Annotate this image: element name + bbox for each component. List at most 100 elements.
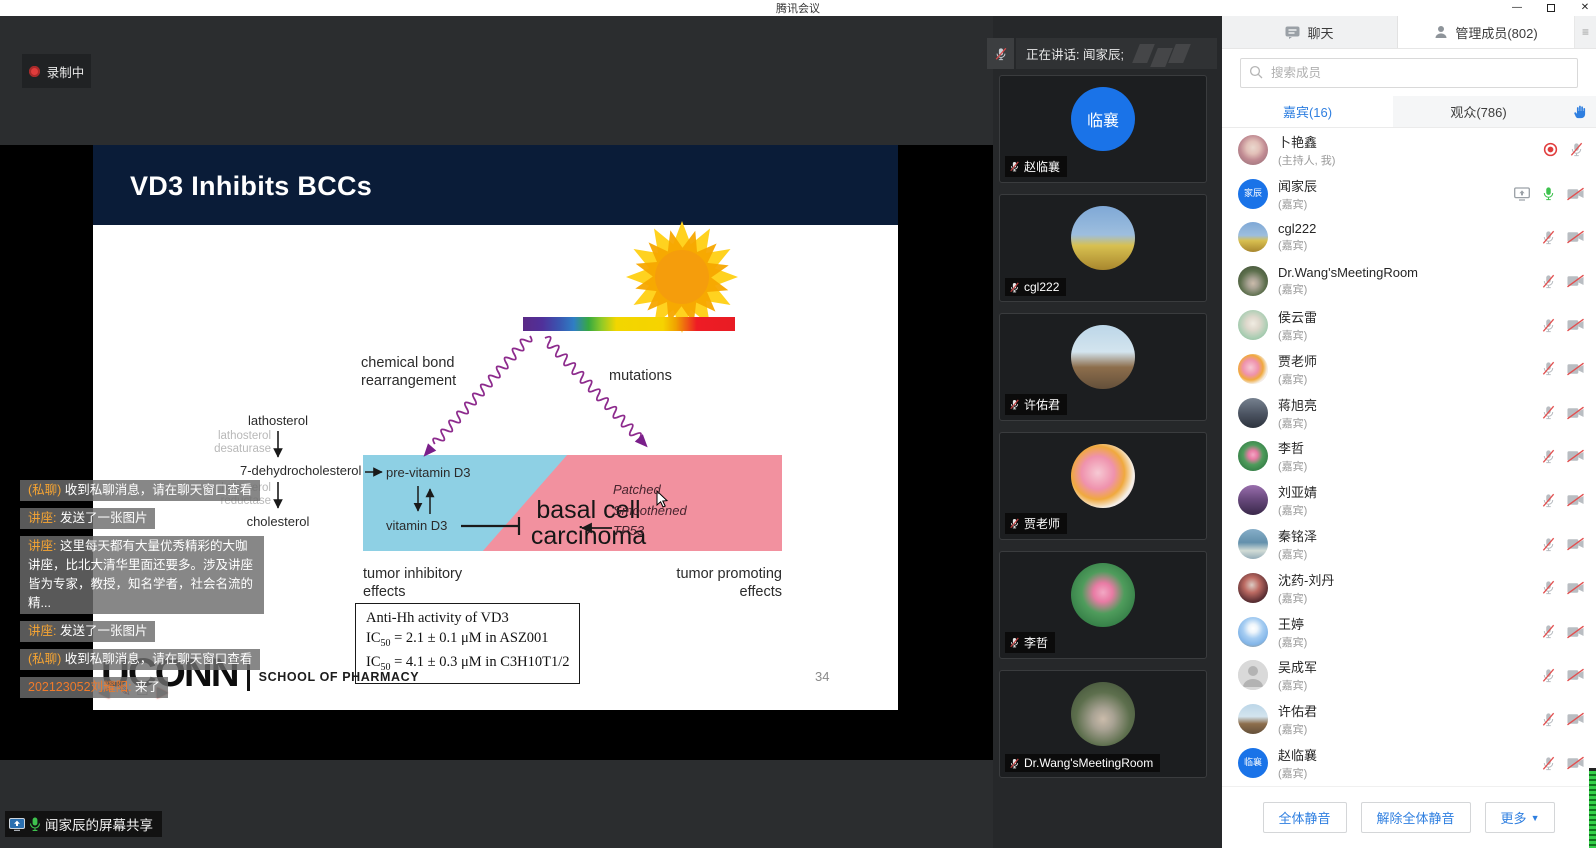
member-name: cgl222 (1278, 221, 1541, 236)
member-row[interactable]: cgl222(嘉宾) (1222, 216, 1596, 260)
participant-name: Dr.Wang'sMeetingRoom (1024, 756, 1153, 770)
cam-off-icon (1567, 756, 1584, 770)
member-role: (嘉宾) (1278, 546, 1541, 562)
mic-on-icon (1541, 186, 1556, 201)
cam-off-icon (1567, 318, 1584, 332)
video-tile[interactable]: 贾老师 (999, 432, 1207, 540)
screen-share-status: 闻家辰的屏幕共享 (5, 811, 162, 837)
member-row[interactable]: 李哲(嘉宾) (1222, 435, 1596, 479)
member-row[interactable]: Dr.Wang'sMeetingRoom(嘉宾) (1222, 259, 1596, 303)
recording-indicator[interactable]: 录制中 (22, 54, 91, 88)
mic-off-icon (1009, 399, 1020, 410)
tab-menu-icon[interactable]: ≡ (1574, 16, 1596, 48)
record-icon (1543, 142, 1558, 157)
minimize-icon[interactable]: — (1510, 1, 1524, 15)
window-titlebar: 腾讯会议 — ✕ (0, 0, 1596, 16)
cam-off-icon (1567, 712, 1584, 726)
unmute-all-button[interactable]: 解除全体静音 (1361, 802, 1471, 833)
light-spectrum-bar (523, 317, 735, 331)
video-tile[interactable]: Dr.Wang'sMeetingRoom (999, 670, 1207, 778)
member-role: (嘉宾) (1278, 281, 1541, 297)
subtab-audience[interactable]: 观众(786) (1393, 96, 1564, 127)
member-role: (嘉宾) (1278, 458, 1541, 474)
tile-name-chip: cgl222 (1005, 278, 1066, 296)
member-role: (主持人, 我) (1278, 152, 1543, 168)
member-row[interactable]: 许佑君(嘉宾) (1222, 697, 1596, 741)
recording-label: 录制中 (47, 62, 85, 81)
tab-manage-members[interactable]: 管理成员(802) (1398, 16, 1574, 48)
member-row[interactable]: 沈药-刘丹(嘉宾) (1222, 566, 1596, 610)
close-icon[interactable]: ✕ (1578, 1, 1592, 15)
avatar (1071, 563, 1135, 627)
mic-off-icon (1541, 361, 1556, 376)
tile-name-chip: 许佑君 (1005, 394, 1067, 415)
participant-name: 李哲 (1024, 634, 1048, 651)
member-row[interactable]: 秦铭泽(嘉宾) (1222, 522, 1596, 566)
avatar: 临襄 (1238, 748, 1268, 778)
more-button[interactable]: 更多▼ (1485, 802, 1556, 833)
avatar (1238, 485, 1268, 515)
member-row[interactable]: 刘亚婧(嘉宾) (1222, 478, 1596, 522)
avatar (1238, 529, 1268, 559)
cam-off-icon (1567, 581, 1584, 595)
member-name: 沈药-刘丹 (1278, 570, 1541, 589)
chat-sender: 讲座: (28, 624, 56, 638)
label-tumor-inhibitory: tumor inhibitory effects (363, 565, 462, 601)
raise-hand-icon[interactable] (1564, 96, 1596, 127)
label-tumor-promoting: tumor promoting effects (629, 565, 782, 601)
member-role: (嘉宾) (1278, 327, 1541, 343)
member-row[interactable]: 王婷(嘉宾) (1222, 610, 1596, 654)
member-name: 李哲 (1278, 438, 1541, 457)
member-row[interactable]: 临襄赵临襄(嘉宾) (1222, 741, 1596, 785)
member-role: (嘉宾) (1278, 196, 1514, 212)
chat-sender: (私聊) (28, 483, 61, 497)
member-role: (嘉宾) (1278, 765, 1541, 781)
mic-off-icon (1541, 493, 1556, 508)
mic-off-icon (1541, 580, 1556, 595)
search-input[interactable] (1240, 58, 1578, 88)
label-lathosterol-desaturase: lathosterol desaturase (191, 430, 271, 456)
tab-chat[interactable]: 聊天 (1222, 16, 1398, 48)
avatar (1238, 704, 1268, 734)
member-role: (嘉宾) (1278, 237, 1541, 253)
speaking-label: 正在讲话: 闻家辰; (1026, 44, 1124, 63)
member-row[interactable]: 吴成军(嘉宾) (1222, 654, 1596, 698)
label-genes: Patched Smoothened TP53 (613, 480, 687, 542)
member-name: 卜艳鑫 (1278, 132, 1543, 151)
chevron-down-icon: ▼ (1531, 813, 1540, 823)
scroll-indicator[interactable] (1589, 768, 1596, 848)
avatar: 临襄 (1071, 87, 1135, 151)
mic-off-icon (1541, 624, 1556, 639)
cam-off-icon (1567, 625, 1584, 639)
avatar (1238, 354, 1268, 384)
avatar (1071, 444, 1135, 508)
cam-off-icon (1567, 187, 1584, 201)
mute-all-button[interactable]: 全体静音 (1263, 802, 1347, 833)
member-row[interactable]: 家辰闻家辰(嘉宾) (1222, 172, 1596, 216)
uv-squiggle-right (541, 334, 652, 451)
video-tile[interactable]: 李哲 (999, 551, 1207, 659)
member-row[interactable]: 贾老师(嘉宾) (1222, 347, 1596, 391)
member-name: 王婷 (1278, 614, 1541, 633)
mic-off-icon (1541, 405, 1556, 420)
member-row[interactable]: 卜艳鑫(主持人, 我) (1222, 128, 1596, 172)
mic-off-icon (1009, 518, 1020, 529)
video-tile[interactable]: 临襄赵临襄 (999, 75, 1207, 183)
tile-name-chip: Dr.Wang'sMeetingRoom (1005, 754, 1160, 772)
member-name: 蒋旭亮 (1278, 395, 1541, 414)
maximize-icon[interactable] (1544, 1, 1558, 15)
video-strip: 正在讲话: 闻家辰; 临襄赵临襄 cgl222 许佑君贾老师李哲 Dr.Wang'sM… (993, 16, 1222, 848)
member-row[interactable]: 蒋旭亮(嘉宾) (1222, 391, 1596, 435)
participant-name: 贾老师 (1024, 515, 1060, 532)
video-tile[interactable]: cgl222 (999, 194, 1207, 302)
member-row[interactable]: 侯云雷(嘉宾) (1222, 303, 1596, 347)
label-chemical-bond: chemical bond rearrangement (361, 354, 456, 390)
chat-overlay-message: (私聊) 收到私聊消息，请在聊天窗口查看 (20, 480, 260, 501)
mic-off-icon (1569, 142, 1584, 157)
member-name: 闻家辰 (1278, 176, 1514, 195)
subtab-guests[interactable]: 嘉宾(16) (1222, 96, 1393, 127)
mic-off-icon (1009, 282, 1020, 293)
window-title: 腾讯会议 (776, 0, 820, 16)
screen-share-icon (9, 818, 25, 831)
video-tile[interactable]: 许佑君 (999, 313, 1207, 421)
